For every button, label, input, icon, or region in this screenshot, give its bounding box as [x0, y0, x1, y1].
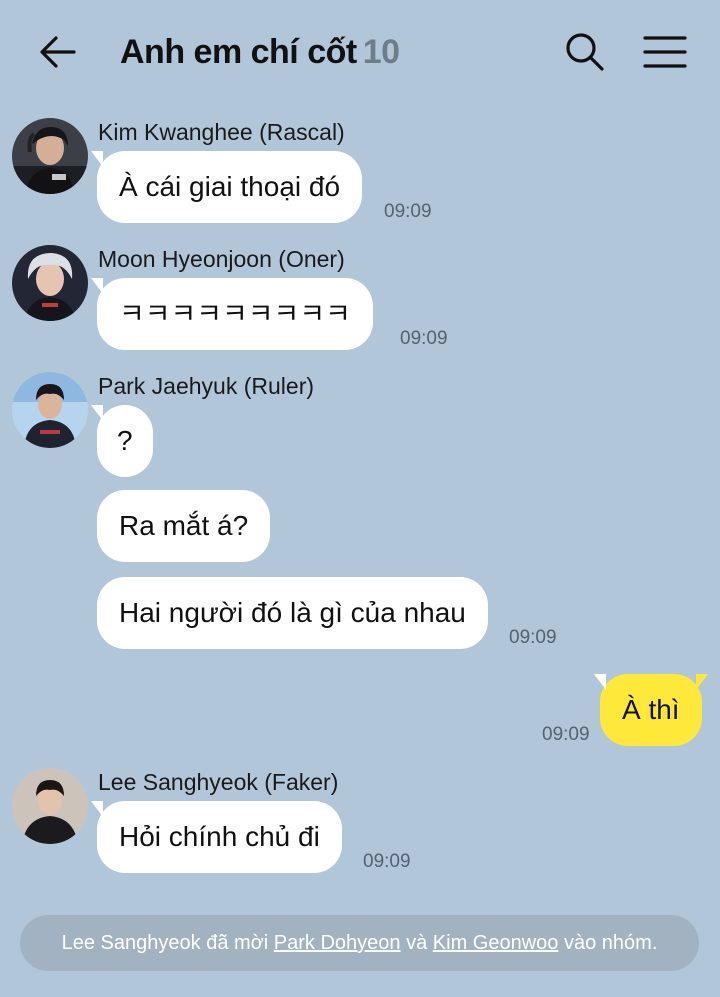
member-count: 10	[362, 33, 400, 71]
message-bubble[interactable]: ㅋㅋㅋㅋㅋㅋㅋㅋㅋ	[91, 278, 373, 350]
sender-name: Moon Hyeonjoon (Oner)	[98, 246, 345, 272]
chat-title: Anh em chí cốt 10	[120, 33, 400, 72]
chat-header: Anh em chí cốt 10	[0, 0, 720, 105]
message-bubble[interactable]: ?	[91, 405, 153, 477]
message-time: 09:09	[400, 328, 448, 349]
notice-conjunction: và	[406, 932, 428, 954]
notice-suffix: vào nhóm.	[563, 932, 658, 954]
arrow-left-icon	[40, 36, 76, 68]
message-time: 09:09	[363, 851, 411, 872]
avatar-rascal[interactable]	[12, 118, 88, 194]
search-icon	[566, 33, 604, 71]
message-bubble[interactable]: Hai người đó là gì của nhau	[97, 577, 488, 649]
system-notice: Lee Sanghyeok đã mời Park Dohyeon và Kim…	[20, 915, 699, 971]
avatar-image	[12, 372, 88, 448]
invited-user-link[interactable]: Kim Geonwoo	[433, 932, 559, 954]
avatar-ruler[interactable]	[12, 372, 88, 448]
avatar-oner[interactable]	[12, 245, 88, 321]
message-bubble[interactable]: Hỏi chính chủ đi	[91, 801, 342, 873]
avatar-image	[12, 245, 88, 321]
search-button[interactable]	[563, 30, 607, 74]
message-time: 09:09	[509, 627, 557, 648]
sender-name: Lee Sanghyeok (Faker)	[98, 769, 339, 795]
menu-button[interactable]	[640, 32, 690, 72]
chat-name: Anh em chí cốt	[120, 33, 357, 71]
notice-inviter: Lee Sanghyeok	[61, 932, 201, 954]
avatar-faker[interactable]	[12, 768, 88, 844]
notice-verb: đã mời	[206, 932, 269, 954]
my-message-time: 09:09	[542, 724, 590, 745]
back-button[interactable]	[34, 30, 82, 74]
avatar-image	[12, 768, 88, 844]
message-bubble[interactable]: À cái giai thoại đó	[90, 151, 363, 223]
sender-name: Kim Kwanghee (Rascal)	[98, 119, 345, 145]
avatar-image	[12, 118, 88, 194]
sender-name: Park Jaehyuk (Ruler)	[98, 373, 315, 399]
invited-user-link[interactable]: Park Dohyeon	[274, 932, 401, 954]
my-message-bubble[interactable]: À thì	[594, 674, 708, 746]
message-bubble[interactable]: Ra mắt á?	[97, 490, 271, 562]
message-time: 09:09	[384, 201, 432, 222]
hamburger-menu-icon	[643, 36, 687, 68]
